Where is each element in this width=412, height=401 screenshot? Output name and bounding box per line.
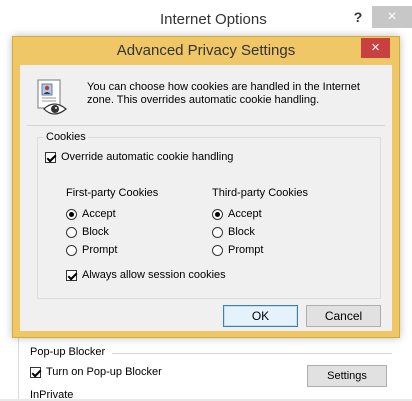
popup-blocker-checkbox-label: Turn on Pop-up Blocker <box>46 366 162 378</box>
first-party-accept-radio[interactable] <box>66 208 77 220</box>
help-icon[interactable]: ? <box>350 9 366 25</box>
first-party-block-radio[interactable] <box>66 226 77 238</box>
override-cookie-handling-label: Override automatic cookie handling <box>61 151 234 163</box>
ok-button[interactable]: OK <box>223 305 298 327</box>
third-party-prompt-radio[interactable] <box>212 244 223 256</box>
session-cookies-checkbox[interactable] <box>66 269 77 281</box>
third-party-cookies-header: Third-party Cookies <box>212 187 308 199</box>
third-party-block-label: Block <box>228 226 255 238</box>
inprivate-section-label: InPrivate <box>30 389 74 401</box>
first-party-prompt-option[interactable]: Prompt <box>66 244 117 256</box>
cancel-button[interactable]: Cancel <box>306 305 381 327</box>
first-party-block-label: Block <box>82 226 109 238</box>
privacy-document-eye-icon <box>37 79 67 115</box>
third-party-prompt-option[interactable]: Prompt <box>212 244 263 256</box>
session-cookies-label: Always allow session cookies <box>82 269 226 281</box>
override-cookie-handling-row[interactable]: Override automatic cookie handling <box>45 151 233 163</box>
popup-blocker-checkbox-row[interactable]: Turn on Pop-up Blocker <box>30 366 162 378</box>
third-party-prompt-label: Prompt <box>228 244 264 256</box>
internet-options-titlebar: Internet Options ? × <box>0 0 412 38</box>
cookies-group-label: Cookies <box>44 131 88 143</box>
third-party-accept-radio[interactable] <box>212 208 223 220</box>
dialog-title: Advanced Privacy Settings <box>116 42 296 59</box>
first-party-block-option[interactable]: Block <box>66 226 109 238</box>
popup-blocker-divider <box>112 353 392 354</box>
dialog-client-area: You can choose how cookies are handled i… <box>20 65 392 331</box>
third-party-block-radio[interactable] <box>212 226 223 238</box>
popup-blocker-checkbox[interactable] <box>30 366 41 378</box>
first-party-cookies-header: First-party Cookies <box>66 187 159 199</box>
popup-blocker-section-label: Pop-up Blocker <box>30 346 106 358</box>
session-cookies-row[interactable]: Always allow session cookies <box>66 269 226 281</box>
first-party-prompt-label: Prompt <box>82 244 118 256</box>
intro-text: You can choose how cookies are handled i… <box>87 81 360 106</box>
dialog-close-button[interactable]: × <box>361 38 390 58</box>
first-party-prompt-radio[interactable] <box>66 244 77 256</box>
intro-divider <box>27 125 385 126</box>
popup-settings-button[interactable]: Settings <box>307 365 387 387</box>
advanced-privacy-settings-dialog: Advanced Privacy Settings × You can choo… <box>12 36 400 338</box>
override-cookie-handling-checkbox[interactable] <box>45 151 56 163</box>
third-party-accept-option[interactable]: Accept <box>212 208 262 220</box>
first-party-accept-option[interactable]: Accept <box>66 208 116 220</box>
third-party-accept-label: Accept <box>228 208 262 220</box>
internet-options-title: Internet Options <box>160 11 267 28</box>
third-party-block-option[interactable]: Block <box>212 226 255 238</box>
internet-options-close-button[interactable]: × <box>372 6 412 28</box>
first-party-accept-label: Accept <box>82 208 116 220</box>
